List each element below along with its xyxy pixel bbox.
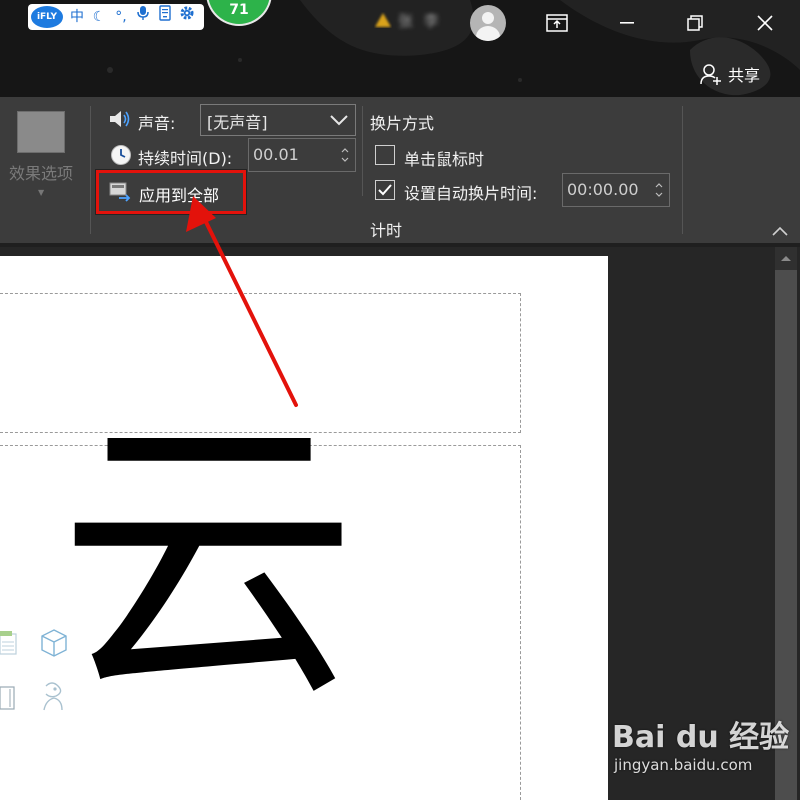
add-person-icon [700,64,721,85]
close-icon [757,15,773,31]
user-name[interactable]: 张 李 [398,10,442,31]
sound-value: [无声音] [207,113,268,132]
auto-advance-label: 设置自动换片时间: [404,184,538,203]
share-label: 共享 [728,66,761,85]
ime-toolbar[interactable]: iFLY 中 ☾ °, [28,4,204,30]
ribbon-separator [682,106,683,234]
chinese-mode-icon[interactable]: 中 [69,4,85,30]
duration-label: 持续时间(D): [138,149,233,168]
ribbon-separator [90,106,91,234]
ifly-logo[interactable]: iFLY [31,6,63,28]
minimize-icon [620,22,634,24]
insert-video-icon[interactable] [0,685,16,711]
spinner-arrows-icon[interactable] [341,144,349,166]
punctuation-icon[interactable]: °, [113,4,129,30]
scroll-up-icon[interactable] [775,250,797,266]
checkmark-icon [378,184,392,196]
auto-advance-checkbox[interactable] [375,180,395,200]
restore-icon [687,15,703,31]
auto-advance-time-spinner[interactable]: 00:00.00 [562,173,670,207]
microphone-icon[interactable] [135,4,151,30]
minimize-button[interactable] [604,0,650,46]
chevron-down-icon [330,115,348,126]
apply-to-all-icon [109,182,131,202]
slide-body-text[interactable]: 云 [58,413,358,713]
speaker-icon [110,111,130,127]
on-mouse-click-label: 单击鼠标时 [404,150,485,169]
sound-label: 声音: [138,114,176,133]
effect-options-icon [17,111,65,153]
warning-icon[interactable] [374,12,392,28]
close-button[interactable] [742,0,788,46]
share-button[interactable]: 共享 [700,62,760,86]
watermark-brand: Bai du 经验 [612,720,790,755]
duration-value: 00.01 [253,145,299,164]
auto-advance-time-value: 00:00.00 [567,180,639,199]
baidu-jingyan-watermark: Bai du 经验 jingyan.baidu.com [612,712,792,792]
advance-slide-group-title: 换片方式 [370,114,435,133]
spinner-arrows-icon[interactable] [655,179,663,201]
collapse-ribbon-icon[interactable] [770,224,790,238]
moon-icon[interactable]: ☾ [91,4,107,30]
insert-table-icon[interactable] [0,630,18,656]
apply-to-all-button[interactable]: 应用到全部 [96,170,246,214]
timing-group-label: 计时 [370,221,403,240]
clock-icon [111,145,131,165]
dropdown-caret-icon: ▼ [38,188,45,197]
avatar[interactable] [470,5,506,41]
settings-gear-icon[interactable] [179,4,195,30]
ribbon-separator [362,106,363,196]
sound-dropdown[interactable]: [无声音] [200,104,356,136]
on-mouse-click-checkbox[interactable] [375,145,395,165]
ribbon-display-icon [546,14,568,32]
duration-spinner[interactable]: 00.01 [248,138,356,172]
effect-options-label: 效果选项 [8,164,73,183]
ribbon-border [0,243,800,247]
apply-to-all-label: 应用到全部 [139,186,220,205]
keyboard-icon[interactable] [157,4,173,30]
ribbon-display-options-button[interactable] [534,0,580,46]
restore-button[interactable] [672,0,718,46]
insert-icon-icon[interactable] [38,680,68,714]
insert-3d-model-icon[interactable] [40,628,68,658]
effect-options-button[interactable]: 效果选项 ▼ [2,108,80,208]
watermark-url: jingyan.baidu.com [614,756,753,774]
